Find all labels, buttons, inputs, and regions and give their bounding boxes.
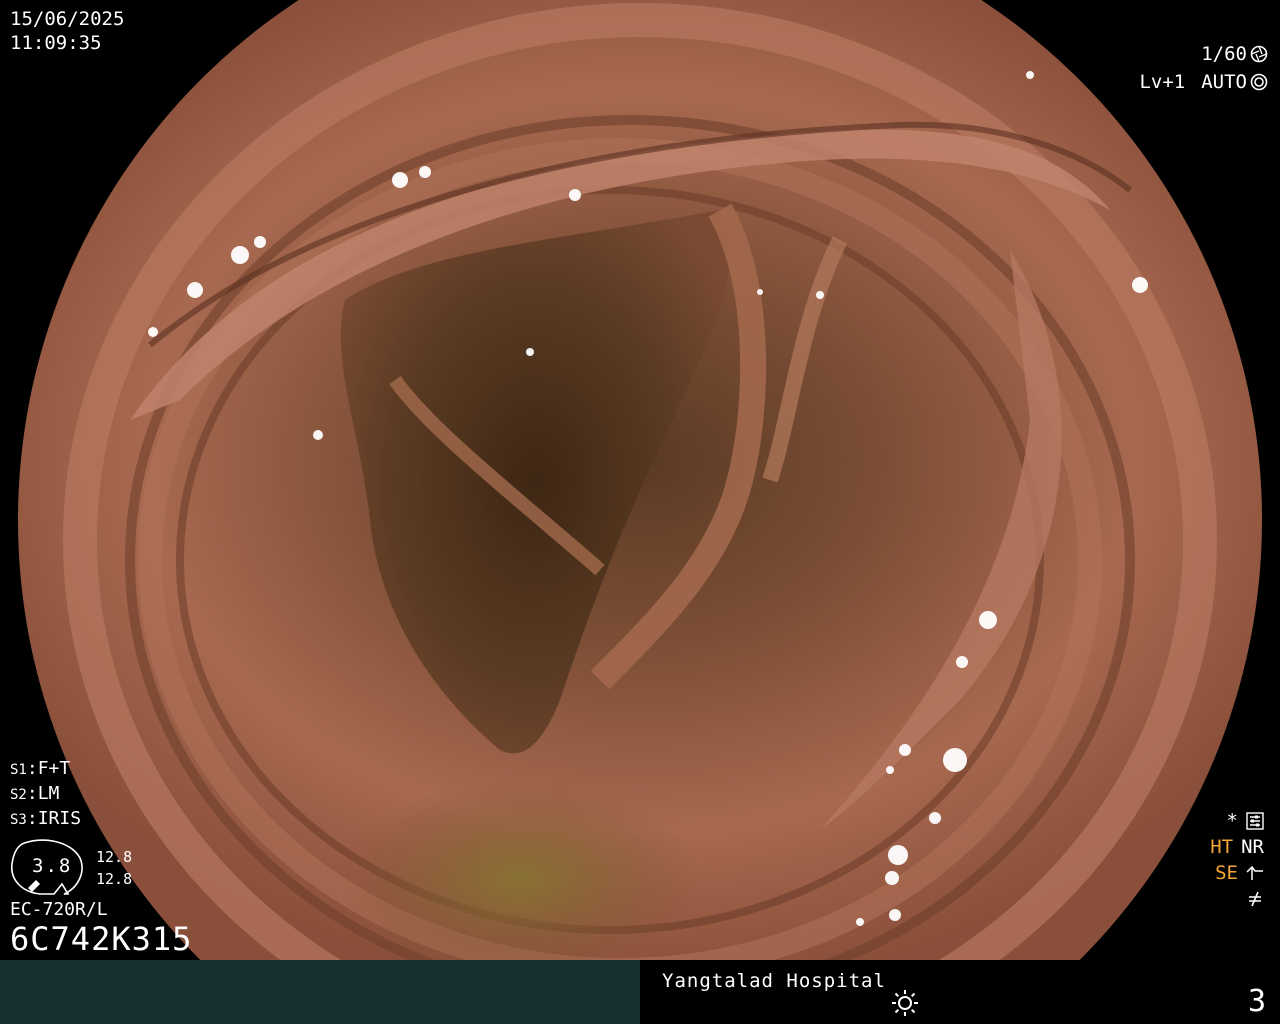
colonoscopy-image: [18, 0, 1262, 960]
setting-row: S3:IRIS: [10, 808, 82, 829]
aperture-icon: [1250, 45, 1268, 63]
iris-readout-2: 12.8: [96, 870, 133, 888]
iris-value-text: 3.8: [32, 855, 73, 877]
scope-switch-settings: S1:F+T S2:LM S3:IRIS: [10, 757, 81, 832]
iris-ring-icon: [1250, 73, 1268, 91]
se-label: SE: [1215, 862, 1238, 884]
not-equal-icon: [1249, 891, 1261, 907]
setting-row: S2:LM: [10, 783, 60, 804]
exposure-readout: 1/60 Lv+1 AUTO: [1139, 40, 1268, 96]
sun-icon: [892, 990, 918, 1016]
menu-settings-icon: [1246, 812, 1264, 830]
hospital-name: Yangtalad Hospital: [662, 970, 886, 992]
scope-serial-text: 6C742K315: [10, 920, 193, 958]
scope-model-text: EC-720R/L: [10, 899, 108, 920]
setting-value: IRIS: [37, 808, 82, 829]
edge-enhance-icon: [1246, 865, 1263, 880]
iris-indicator: 3.8 12.8 12.8: [10, 838, 132, 898]
time-text: 11:09:35: [10, 32, 102, 54]
image-enhancement-status: * HT NR SE: [1210, 808, 1264, 912]
ht-label: HT: [1210, 836, 1234, 858]
level-text: Lv+1: [1139, 71, 1186, 93]
setting-key: S1: [10, 762, 27, 778]
iris-readout-1: 12.8: [96, 848, 133, 866]
exposure-mode-text: AUTO: [1201, 71, 1247, 93]
mucosa: [18, 0, 1262, 960]
asterisk-text: *: [1226, 810, 1238, 832]
footer-left-panel: [0, 960, 640, 1024]
setting-value: F+T: [37, 758, 71, 779]
shutter-speed-text: 1/60: [1201, 43, 1247, 65]
iris-readouts: 12.8 12.8: [96, 846, 132, 890]
date-text: 15/06/2025: [10, 8, 125, 30]
setting-key: S2: [10, 787, 27, 803]
setting-key: S3: [10, 812, 27, 828]
footer-right-panel: Yangtalad Hospital 3: [640, 960, 1280, 1024]
setting-value: LM: [37, 783, 60, 804]
date-time-stamp: 15/06/2025 11:09:35: [10, 7, 124, 55]
page-number: 3: [1247, 984, 1266, 1019]
nr-label: NR: [1241, 836, 1264, 858]
endoscope-view: 15/06/2025 11:09:35 1/60 Lv+1 AUTO S1:F+…: [0, 0, 1280, 960]
setting-row: S1:F+T: [10, 758, 71, 779]
